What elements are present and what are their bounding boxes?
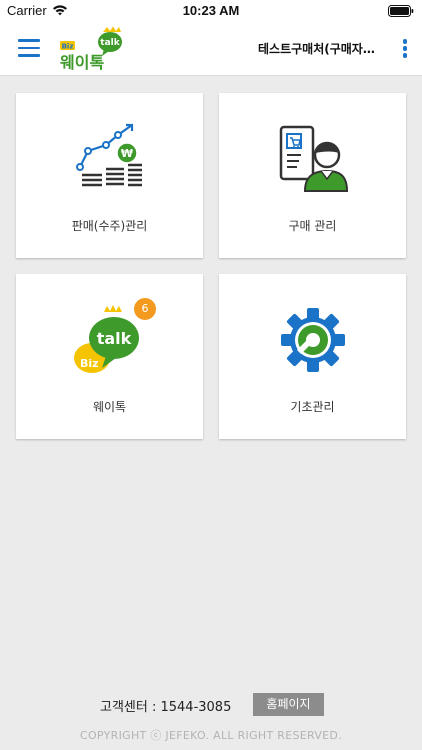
- homepage-button[interactable]: 홈페이지: [253, 693, 324, 716]
- app-logo: talk Biz 웨이톡: [60, 26, 122, 72]
- tile-label: 웨이톡: [92, 400, 127, 414]
- tile-basic-management[interactable]: 기초관리: [219, 274, 406, 439]
- tile-purchase-management[interactable]: 구매 관리: [219, 93, 406, 258]
- svg-text:웨이톡: 웨이톡: [60, 53, 104, 72]
- status-time: 10:23 AM: [182, 3, 240, 18]
- sales-chart-icon: ₩: [76, 123, 142, 187]
- battery-icon: [388, 5, 414, 17]
- tile-label: 판매(수주)관리: [71, 219, 148, 233]
- svg-text:Biz: Biz: [80, 357, 99, 370]
- menu-icon[interactable]: [18, 39, 40, 57]
- svg-text:Biz: Biz: [62, 43, 74, 51]
- copyright-text: COPYRIGHT ⓒ JEFEKO. ALL RIGHT RESERVED.: [79, 729, 343, 742]
- svg-text:₩: ₩: [121, 147, 133, 160]
- customer-center-text: 고객센터 : 1544-3085: [100, 700, 232, 715]
- tile-waytalk[interactable]: Biz talk 6 웨이톡: [16, 274, 203, 439]
- settings-gear-icon: [281, 308, 345, 372]
- purchase-person-icon: [279, 125, 349, 192]
- status-bar: Carrier 10:23 AM: [0, 0, 422, 22]
- app-header: talk Biz 웨이톡 테스트구매처(구매자여…: [0, 22, 422, 76]
- notification-badge: 6: [132, 296, 158, 322]
- svg-text:talk: talk: [100, 38, 120, 48]
- svg-text:talk: talk: [97, 329, 132, 348]
- tile-sales-management[interactable]: ₩ 판매(수주)관리: [16, 93, 203, 258]
- badge-count: 6: [141, 302, 149, 315]
- more-vertical-icon[interactable]: [402, 39, 408, 59]
- page-title: 테스트구매처(구매자여…: [258, 42, 384, 56]
- tile-label: 구매 관리: [288, 219, 337, 233]
- tile-label: 기초관리: [290, 400, 335, 414]
